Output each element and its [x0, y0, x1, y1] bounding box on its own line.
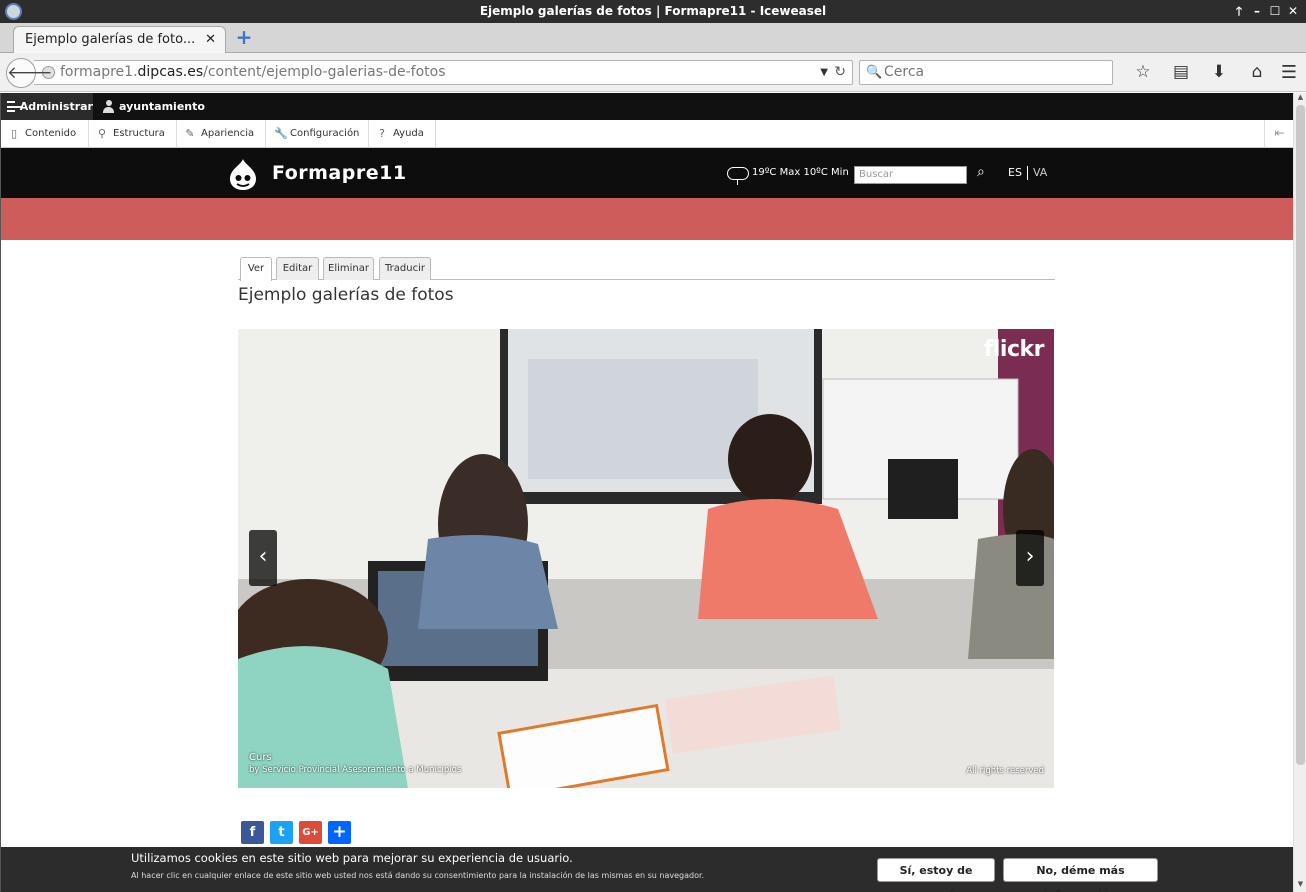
tray-item-help[interactable]: ? Ayuda — [369, 120, 436, 147]
url-bar[interactable]: formapre1.dipcas.es/content/ejemplo-gale… — [34, 60, 853, 85]
sitemap-icon: ⚲ — [97, 127, 107, 140]
tray-item-label: Contenido — [25, 128, 77, 139]
user-icon — [103, 100, 114, 113]
navigation-toolbar: formapre1.dipcas.es/content/ejemplo-gale… — [0, 53, 1306, 92]
browser-tab[interactable]: Ejemplo galerías de foto... ✕ — [13, 26, 226, 54]
gallery-next-button[interactable]: › — [1016, 530, 1044, 586]
document-icon: ▯ — [10, 127, 18, 140]
reading-list-icon[interactable]: ▤ — [1162, 60, 1200, 85]
tray-item-label: Ayuda — [393, 128, 424, 139]
window-controls: 🡑 – ☐ ✕ — [1232, 0, 1300, 23]
minimize-button[interactable]: – — [1250, 0, 1264, 23]
cookie-more-info-button[interactable]: No, déme más información — [1003, 858, 1158, 892]
google-plus-icon[interactable]: G+ — [299, 821, 322, 844]
window-title-bar: Ejemplo galerías de fotos | Formapre11 -… — [0, 0, 1306, 23]
help-icon: ? — [379, 127, 385, 140]
tray-item-configuration[interactable]: 🔧 Configuración — [266, 120, 369, 147]
iceweasel-icon — [5, 3, 22, 20]
cookie-banner: Utilizamos cookies en este sitio web par… — [1, 847, 1293, 892]
scroll-up-icon[interactable]: ▲ — [1294, 93, 1306, 105]
site-search-input[interactable]: Buscar — [854, 166, 967, 184]
twitter-icon[interactable]: t — [270, 821, 293, 844]
lang-separator — [1026, 166, 1028, 180]
wrench-icon: 🔧 — [274, 127, 288, 140]
gallery-prev-button[interactable]: ‹ — [249, 530, 277, 586]
url-prefix: formapre1. — [60, 64, 138, 80]
back-button[interactable]: 🡐 — [6, 58, 53, 88]
language-switcher: ES VA — [1008, 148, 1047, 198]
tray-item-label: Configuración — [290, 128, 360, 139]
photo-author[interactable]: by Servicio Provincial Asesoramiento a M… — [249, 764, 461, 777]
admin-manage-button[interactable]: Administrar — [1, 93, 93, 120]
url-path: /content/ejemplo-galerias-de-fotos — [203, 64, 446, 80]
hamburger-icon — [7, 101, 21, 112]
paintbrush-icon: ✎ — [185, 127, 195, 140]
tray-item-content[interactable]: ▯ Contenido — [1, 120, 89, 147]
star-icon[interactable]: ☆ — [1124, 60, 1162, 85]
browser-search-placeholder: Cerca — [884, 64, 925, 80]
url-domain: dipcas.es — [137, 64, 204, 80]
tab-strip: Ejemplo galerías de foto... ✕ + — [0, 23, 1306, 54]
cloud-icon — [727, 166, 749, 185]
new-tab-button[interactable]: + — [235, 27, 253, 47]
menu-icon[interactable]: ☰ — [1278, 60, 1300, 85]
admin-user-button[interactable]: ayuntamiento — [101, 93, 205, 120]
site-name[interactable]: Formapre11 — [272, 148, 407, 198]
scroll-down-icon[interactable]: ▼ — [1294, 880, 1306, 892]
tray-item-label: Apariencia — [201, 128, 255, 139]
scrollbar-thumb[interactable] — [1296, 105, 1305, 765]
tab-translate[interactable]: Traducir — [379, 257, 431, 280]
toolbar-icons: ☆ ▤ ⬇ ⌂ — [1124, 60, 1276, 85]
photo-caption: Curs by Servicio Provincial Asesoramient… — [249, 751, 461, 777]
tray-item-structure[interactable]: ⚲ Estructura — [89, 120, 177, 147]
history-dropdown-icon[interactable]: ▼ — [820, 61, 828, 84]
admin-manage-label: Administrar — [19, 100, 93, 113]
tab-delete[interactable]: Eliminar — [323, 257, 374, 280]
flickr-logo[interactable]: flickr — [984, 337, 1045, 362]
download-icon[interactable]: ⬇ — [1200, 60, 1238, 85]
facebook-icon[interactable]: f — [241, 821, 264, 844]
reload-icon[interactable]: ↻ — [834, 61, 846, 84]
photo-title[interactable]: Curs — [249, 751, 461, 764]
tray-item-appearance[interactable]: ✎ Apariencia — [177, 120, 266, 147]
header-banner — [1, 198, 1293, 240]
cookie-message: Utilizamos cookies en este sitio web par… — [131, 851, 573, 865]
drupal-logo-icon[interactable] — [228, 158, 258, 191]
close-tab-icon[interactable]: ✕ — [205, 27, 216, 53]
weather-text: 19ºC Max 10ºC Min — [752, 167, 849, 178]
search-icon: 🔍 — [866, 65, 883, 80]
cookie-sub-message: Al hacer clic en cualquier enlace de est… — [131, 871, 705, 880]
tab-edit[interactable]: Editar — [276, 257, 319, 280]
weather-widget: 19ºC Max 10ºC Min — [727, 148, 849, 198]
page-title: Ejemplo galerías de fotos — [238, 285, 454, 305]
keep-above-button[interactable]: 🡑 — [1232, 0, 1246, 23]
site-header: Formapre11 19ºC Max 10ºC Min Buscar ⌕ ES… — [1, 148, 1293, 198]
tray-item-label: Estructura — [113, 128, 165, 139]
magnifier-icon[interactable]: ⌕ — [977, 163, 993, 181]
lang-va-link[interactable]: VA — [1033, 166, 1047, 179]
browser-tab-label: Ejemplo galerías de foto... — [25, 32, 196, 47]
page-viewport: Administrar ayuntamiento ▯ Contenido ⚲ E… — [0, 93, 1293, 892]
browser-search-input[interactable]: 🔍 Cerca — [859, 60, 1113, 85]
maximize-button[interactable]: ☐ — [1268, 0, 1282, 23]
admin-user-label: ayuntamiento — [119, 100, 205, 113]
share-plus-icon[interactable]: + — [328, 821, 351, 844]
vertical-scrollbar[interactable]: ▲ ▼ — [1293, 93, 1306, 892]
photo-rights: All rights reserved — [966, 766, 1044, 776]
admin-toolbar: Administrar ayuntamiento — [1, 93, 1293, 120]
share-buttons: f t G+ + — [241, 821, 351, 844]
gallery-photo — [238, 329, 1054, 788]
close-window-button[interactable]: ✕ — [1286, 0, 1300, 23]
flickr-gallery[interactable]: flickr ‹ › Curs by Servicio Provincial A… — [238, 329, 1054, 788]
tab-view[interactable]: Ver — [240, 257, 272, 281]
home-icon[interactable]: ⌂ — [1238, 60, 1276, 85]
cookie-accept-button[interactable]: Sí, estoy de acuerdo — [877, 858, 995, 892]
tray-orientation-toggle-icon[interactable]: ⇤ — [1264, 120, 1293, 147]
node-tabs: Ver Editar Eliminar Traducir — [238, 257, 1055, 281]
admin-tray: ▯ Contenido ⚲ Estructura ✎ Apariencia 🔧 … — [1, 120, 1293, 148]
lang-es-link[interactable]: ES — [1008, 166, 1022, 179]
window-title: Ejemplo galerías de fotos | Formapre11 -… — [479, 4, 827, 18]
